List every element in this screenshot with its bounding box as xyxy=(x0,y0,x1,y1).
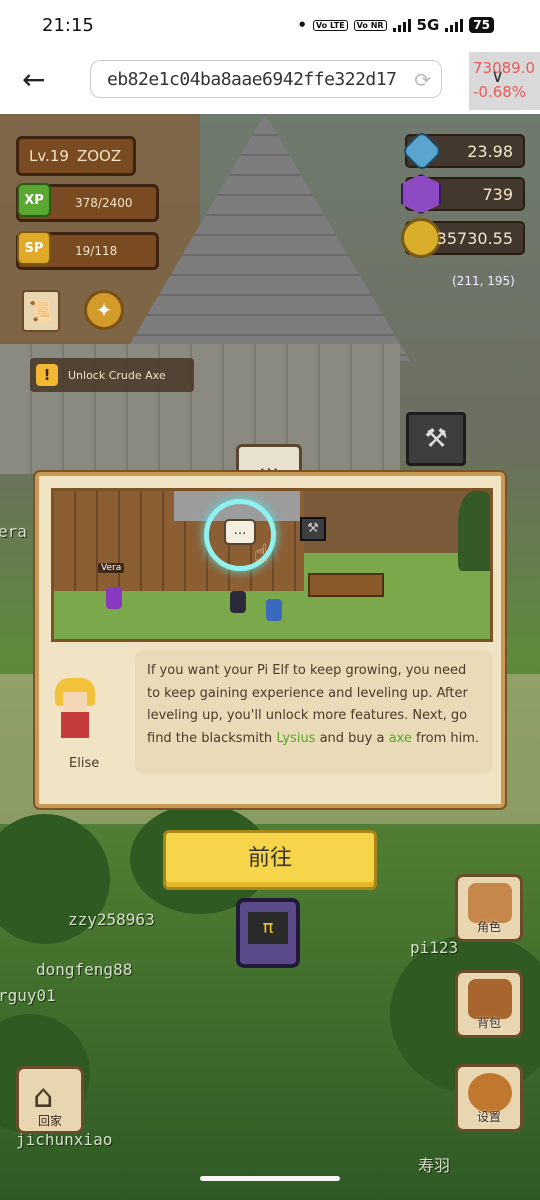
player-name: ZOOZ xyxy=(76,147,122,165)
npc-name-highlight: Lysius xyxy=(276,730,316,746)
coin-icon xyxy=(401,218,441,258)
compass-icon[interactable]: ✦ xyxy=(84,290,124,330)
gem-resource[interactable]: 739 xyxy=(401,174,525,214)
home-button[interactable]: ⌂ 回家 xyxy=(16,1066,84,1134)
back-arrow-icon[interactable]: ← xyxy=(22,66,52,96)
tutorial-dialog: ⚒ … ☝ Vera Elise If you want your Pi Elf… xyxy=(35,472,505,808)
scene-chat-icon: … xyxy=(224,519,256,545)
unlock-hint-text: Unlock Crude Axe xyxy=(68,368,166,382)
leaf-icon xyxy=(400,129,444,173)
scene-tree xyxy=(458,491,490,571)
scene-flower-bed xyxy=(308,573,384,597)
vera-sprite xyxy=(106,587,122,609)
status-time: 21:15 xyxy=(42,15,94,36)
gem-value: 739 xyxy=(482,185,513,204)
player-label: rguy01 xyxy=(0,986,56,1005)
coin-value: 35730.55 xyxy=(436,229,513,248)
sp-value: 19/118 xyxy=(75,244,118,258)
npc-sprite xyxy=(266,599,282,621)
gear-icon xyxy=(468,1073,512,1113)
player-label: dongfeng88 xyxy=(36,960,133,979)
level-text: Lv.19 xyxy=(29,147,69,165)
price-widget[interactable]: 73089.0 ∨ -0.68% xyxy=(469,52,540,110)
message-text-3: from him. xyxy=(411,730,480,746)
leaf-value: 23.98 xyxy=(467,142,513,161)
item-name-highlight: axe xyxy=(388,730,412,746)
coordinates: (211, 195) xyxy=(452,274,515,288)
browser-bar: ← eb82e1c04ba8aae6942ffe322d17 ⟳ 73089.0… xyxy=(0,52,540,114)
message-text-2: and buy a xyxy=(315,730,389,746)
url-text: eb82e1c04ba8aae6942ffe322d17 xyxy=(107,69,397,90)
quest-scroll-icon[interactable]: 📜 xyxy=(22,290,60,332)
elise-avatar xyxy=(49,678,101,744)
elise-face xyxy=(63,692,87,712)
pi-robot-character[interactable]: π xyxy=(236,898,300,968)
home-icon: ⌂ xyxy=(33,1077,54,1115)
backpack-icon xyxy=(468,979,512,1019)
price-change: -0.68% xyxy=(473,83,527,101)
elise-body xyxy=(61,712,89,738)
pi-logo-icon: π xyxy=(248,912,288,944)
status-icons: • Vo LTE Vo NR 5G 75 xyxy=(297,16,494,34)
dialog-message: If you want your Pi Elf to keep growing,… xyxy=(135,650,493,774)
character-label: 角色 xyxy=(476,920,501,934)
warning-icon: ! xyxy=(36,364,58,386)
npc-sprite xyxy=(230,591,246,613)
vonr-badge: Vo NR xyxy=(353,19,387,31)
tutorial-scene: ⚒ … ☝ Vera xyxy=(51,488,493,642)
scene-hammer-icon: ⚒ xyxy=(300,517,326,541)
url-field[interactable]: eb82e1c04ba8aae6942ffe322d17 ⟳ xyxy=(90,60,442,98)
player-label: 寿羽 xyxy=(418,1156,451,1175)
vera-label: Vera xyxy=(98,563,125,573)
coin-resource: 35730.55 xyxy=(401,218,525,258)
sp-icon: SP xyxy=(17,231,51,265)
player-label: pi123 xyxy=(410,938,459,957)
pointing-hand-icon: ☝ xyxy=(254,539,269,567)
status-bar: 21:15 • Vo LTE Vo NR 5G 75 xyxy=(0,0,540,52)
character-icon xyxy=(468,883,512,923)
gesture-bar xyxy=(200,1176,340,1181)
sp-plate: SP 19/118 xyxy=(16,231,159,270)
hammer-sign-icon[interactable]: ⚒ xyxy=(406,412,466,466)
network-type: 5G xyxy=(416,16,440,34)
settings-label: 设置 xyxy=(476,1110,501,1124)
xp-plate: XP 378/2400 xyxy=(16,183,159,222)
game-canvas[interactable]: Lv.19 ZOOZ XP 378/2400 SP 19/118 📜 ✦ ! U… xyxy=(0,114,540,1200)
bag-label: 背包 xyxy=(476,1016,501,1030)
player-label: era xyxy=(0,522,27,541)
battery-icon: 75 xyxy=(469,17,494,33)
speaker-name: Elise xyxy=(69,756,100,771)
player-label: zzy258963 xyxy=(68,910,155,929)
go-button[interactable]: 前往 xyxy=(163,830,377,890)
signal-icon-2 xyxy=(445,18,464,32)
level-plate[interactable]: Lv.19 ZOOZ xyxy=(16,136,136,176)
bag-button[interactable]: 背包 xyxy=(455,970,523,1038)
signal-icon xyxy=(392,18,411,32)
reload-icon[interactable]: ⟳ xyxy=(414,68,431,92)
xp-icon: XP xyxy=(17,183,51,217)
gem-plus-icon[interactable] xyxy=(401,174,441,214)
character-button[interactable]: 角色 xyxy=(455,874,523,942)
home-label: 回家 xyxy=(37,1114,62,1128)
settings-button[interactable]: 设置 xyxy=(455,1064,523,1132)
xp-value: 378/2400 xyxy=(75,196,133,210)
leaf-resource: 23.98 xyxy=(400,129,525,173)
dot-icon: • xyxy=(297,16,307,34)
unlock-hint[interactable]: ! Unlock Crude Axe xyxy=(30,358,194,392)
volte-badge: Vo LTE xyxy=(312,19,348,31)
